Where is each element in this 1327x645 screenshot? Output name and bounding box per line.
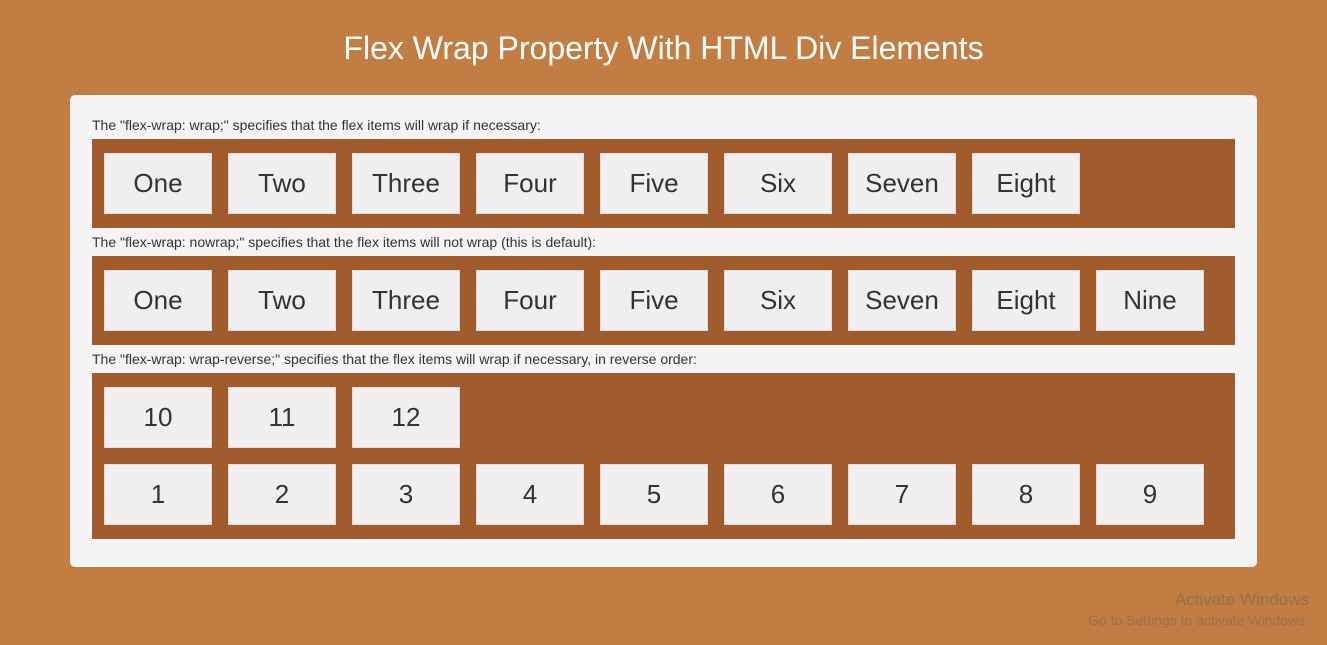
flex-wrap-reverse-container: 1 2 3 4 5 6 7 8 9 10 11 12 (92, 373, 1235, 539)
flex-item: Three (352, 153, 460, 214)
flex-item: 4 (476, 464, 584, 525)
flex-item: Three (352, 270, 460, 331)
flex-item: 6 (724, 464, 832, 525)
flex-nowrap-container: One Two Three Four Five Six Seven Eight … (92, 256, 1235, 345)
flex-item: Eight (972, 270, 1080, 331)
watermark-line1: Activate Windows (1088, 588, 1309, 612)
flex-wrap-container: One Two Three Four Five Six Seven Eight (92, 139, 1235, 228)
flex-item: 2 (228, 464, 336, 525)
flex-item: Six (724, 153, 832, 214)
page-title: Flex Wrap Property With HTML Div Element… (70, 30, 1257, 67)
flex-item: Seven (848, 153, 956, 214)
flex-item: Nine (1096, 270, 1204, 331)
flex-item: 12 (352, 387, 460, 448)
section2-description: The "flex-wrap: nowrap;" specifies that … (92, 234, 1235, 250)
flex-item: Six (724, 270, 832, 331)
flex-item: One (104, 153, 212, 214)
flex-item: 11 (228, 387, 336, 448)
windows-activation-watermark: Activate Windows Go to Settings to activ… (1088, 588, 1309, 631)
section3-description: The "flex-wrap: wrap-reverse;" specifies… (92, 351, 1235, 367)
flex-item: 3 (352, 464, 460, 525)
flex-item: One (104, 270, 212, 331)
flex-item: 9 (1096, 464, 1204, 525)
flex-item: Five (600, 270, 708, 331)
flex-item: Seven (848, 270, 956, 331)
flex-item: Four (476, 270, 584, 331)
flex-item: 5 (600, 464, 708, 525)
flex-item: 8 (972, 464, 1080, 525)
flex-item: Two (228, 270, 336, 331)
flex-item: 1 (104, 464, 212, 525)
content-panel: The "flex-wrap: wrap;" specifies that th… (70, 95, 1257, 567)
flex-item: Four (476, 153, 584, 214)
flex-item: 10 (104, 387, 212, 448)
section1-description: The "flex-wrap: wrap;" specifies that th… (92, 117, 1235, 133)
flex-item: 7 (848, 464, 956, 525)
flex-item: Eight (972, 153, 1080, 214)
watermark-line2: Go to Settings to activate Windows. (1088, 611, 1309, 631)
flex-item: Five (600, 153, 708, 214)
flex-item: Two (228, 153, 336, 214)
